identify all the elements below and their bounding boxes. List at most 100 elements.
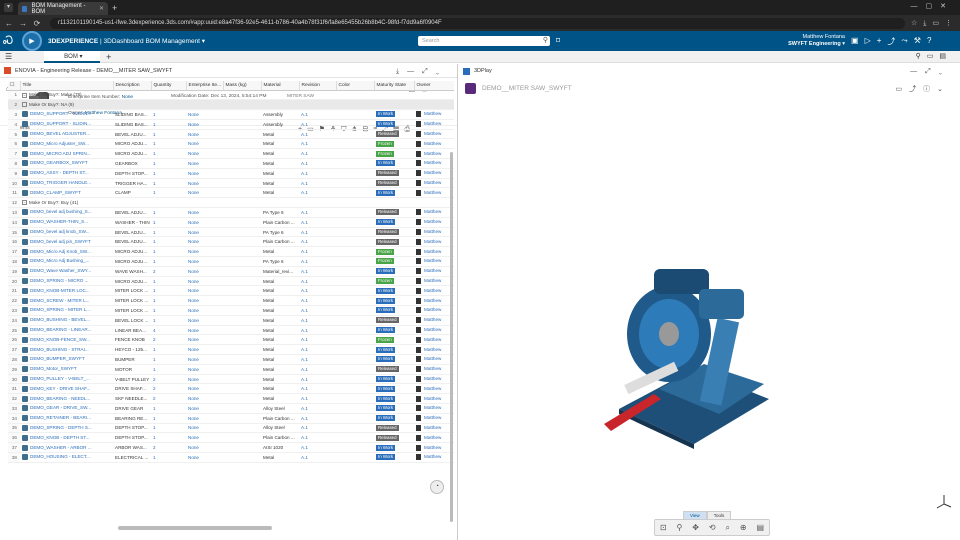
cell-owner[interactable]: Matthew [414,383,454,395]
status-badge[interactable]: In Work [376,454,396,461]
status-badge[interactable]: In Work [376,415,396,422]
cell-title[interactable]: DEMO_KEY - DRIVE SHAF... [20,383,113,395]
table-row[interactable]: 25 DEMO_BEARING - LINEAR... LINEAR BEA... 4… [8,325,454,336]
cell-title[interactable]: DEMO_Motor_SWYFT [20,364,113,375]
cell-revision[interactable]: A.1 [299,364,336,375]
cell-revision[interactable]: A.1 [299,187,336,199]
panel-controls[interactable]: ⤓—⤢⌄ [396,68,447,76]
status-badge[interactable]: Released [376,238,399,245]
table-row[interactable]: 18 DEMO_Micro Adj Bushing_... MICRO ADJU..… [8,256,454,267]
column-header[interactable]: Owner [414,81,454,91]
cell-quantity[interactable]: 1 [151,285,186,297]
column-header[interactable]: Quantity [151,81,187,91]
cell-owner[interactable]: Matthew [414,207,454,218]
collab-icon[interactable]: ⤳ [901,36,907,47]
cell-maturity[interactable]: Released [374,129,414,140]
fit-all-icon[interactable]: ⊡ [660,523,667,532]
group-label[interactable]: − Make Or Buy?: Make (78) [20,90,454,101]
table-row[interactable]: 37 DEMO_WASHER - ARBOR ... ARBOR WAS... 2 No… [8,442,454,453]
cell-revision[interactable]: A.1 [299,246,336,258]
cell-enterprise[interactable]: None [186,295,223,307]
status-badge[interactable]: In Work [376,219,396,226]
cell-enterprise[interactable]: None [186,246,223,258]
status-badge[interactable]: Frozen [376,278,394,285]
cell-maturity[interactable]: In Work [374,452,414,463]
cell-owner[interactable]: Matthew [414,109,454,120]
column-header[interactable]: Material [261,81,300,91]
table-row[interactable]: 14 DEMO_WASHER-THIN_S... WASHER - THIN 1 Non… [8,217,454,228]
table-row[interactable]: 6 DEMO_Micro Adjuster_SW... MICRO ADJU... 1… [8,138,454,150]
status-badge[interactable]: In Work [376,121,396,128]
cell-owner[interactable]: Matthew [414,423,454,434]
cell-owner[interactable]: Matthew [414,236,454,248]
tab-bom[interactable]: BOM ▾ [44,50,101,63]
notifications-icon[interactable]: ▷ [865,36,871,47]
tag-icon[interactable]: ⌑ [556,36,560,45]
cell-maturity[interactable]: Released [374,315,414,326]
cell-revision[interactable]: A.1 [299,344,336,356]
status-badge[interactable]: In Work [376,395,396,402]
cell-quantity[interactable]: 1 [151,354,186,365]
cell-owner[interactable]: Matthew [414,178,454,189]
status-badge[interactable]: Frozen [376,140,394,147]
cell-owner[interactable]: Matthew [414,364,454,375]
table-row[interactable]: 15 DEMO_bevel adj knob_SW... BEVEL ADJU...… [8,227,454,238]
group-row[interactable]: 2 Make Or Buy?: NA (9) [8,99,454,111]
cell-maturity[interactable]: In Work [374,383,414,395]
status-badge[interactable]: In Work [376,297,396,304]
cell-revision[interactable]: A.1 [299,266,336,277]
table-row[interactable]: 11 DEMO_CLAMP_SWYFT CLAMP 1 None Metal A.1 In W… [8,187,454,199]
cell-revision[interactable]: A.1 [299,168,336,179]
cell-owner[interactable]: Matthew [414,295,454,307]
table-row[interactable]: 19 DEMO_Wave Washer_SWY... WAVE WASH... 2 No… [8,266,454,277]
cell-quantity[interactable]: 1 [151,129,186,140]
cell-enterprise[interactable]: None [186,413,223,424]
cell-title[interactable]: DEMO_BUMPER_SWYFT [20,354,113,365]
cell-enterprise[interactable]: None [186,266,223,277]
select-all-checkbox[interactable]: ☐ [8,81,21,91]
status-badge[interactable]: In Work [376,160,396,167]
cell-title[interactable]: DEMO_Wave Washer_SWY... [20,266,113,277]
cell-enterprise[interactable]: None [186,148,223,160]
cell-maturity[interactable]: Frozen [374,334,414,346]
vertical-scrollbar[interactable] [450,152,453,522]
cell-owner[interactable]: Matthew [414,246,454,258]
cell-revision[interactable]: A.1 [299,148,336,160]
cell-quantity[interactable]: 1 [151,364,186,375]
status-badge[interactable]: Frozen [376,258,394,265]
cell-quantity[interactable]: 1 [151,295,186,307]
window-controls[interactable]: —▢✕ [911,2,954,10]
cell-revision[interactable]: A.1 [299,315,336,326]
cell-title[interactable]: DEMO_BEARING - LINEAR... [20,325,113,336]
cell-revision[interactable]: A.1 [299,452,336,463]
table-row[interactable]: 38 DEMO_HOUSING - ELECT... ELECTRICAL ... 1… [8,452,454,463]
group-row[interactable]: 1− Make Or Buy?: Make (78) [8,90,454,101]
status-badge[interactable]: In Work [376,268,396,275]
cell-enterprise[interactable]: None [186,109,223,120]
table-row[interactable]: 21 DEMO_KNOB-MITER LOC... MITER LOCK ... 1 N… [8,285,454,297]
column-header[interactable]: Enterprise Ite... [186,81,224,91]
cell-quantity[interactable]: 1 [151,423,186,434]
cell-title[interactable]: DEMO_SPRING - MITER L... [20,305,113,316]
group-label[interactable]: − Make Or Buy?: Buy (41) [20,197,454,209]
cell-title[interactable]: DEMO_WASHER - ARBOR ... [20,442,113,453]
cell-title[interactable]: DEMO_HOUSING - ELECT... [20,452,113,463]
cell-maturity[interactable]: Frozen [374,246,414,258]
status-badge[interactable]: In Work [376,376,396,382]
cell-enterprise[interactable]: None [186,315,223,326]
cell-enterprise[interactable]: None [186,276,223,287]
cell-owner[interactable]: Matthew [414,344,454,356]
column-header[interactable]: Revision [299,81,337,91]
cell-quantity[interactable]: 1 [151,158,186,169]
cell-quantity[interactable]: 1 [151,246,186,258]
workspace-tools-icons[interactable]: ⚲▭▤ [916,52,952,60]
tools-icon[interactable]: ⚒ [914,36,921,47]
cell-quantity[interactable]: 1 [151,168,186,179]
close-tab-icon[interactable]: ✕ [99,5,104,12]
cell-revision[interactable]: A.1 [299,158,336,169]
reload-icon[interactable]: ⟳ [32,19,42,28]
url-input[interactable]: r1132101190145-us1-ifwe.3dexperience.3ds… [50,17,905,29]
zoom-icon[interactable]: ⚲ [677,523,683,532]
status-badge[interactable]: In Work [376,405,396,412]
cell-quantity[interactable]: 1 [151,236,186,248]
